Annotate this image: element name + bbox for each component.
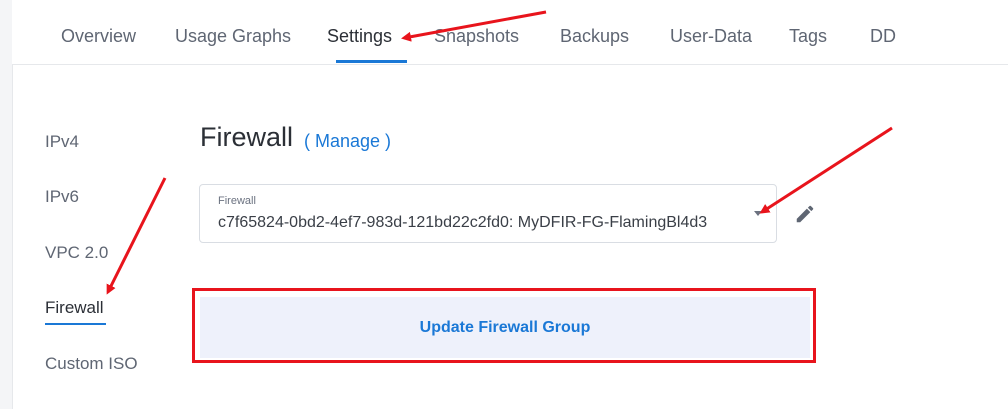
sidebar-item-ipv6[interactable]: IPv6 <box>45 187 79 207</box>
tab-dd[interactable]: DD <box>870 26 896 47</box>
tab-tags[interactable]: Tags <box>789 26 827 47</box>
update-firewall-group-button[interactable]: Update Firewall Group <box>200 297 810 358</box>
sidebar-item-custom-iso[interactable]: Custom ISO <box>45 354 138 374</box>
tab-snapshots[interactable]: Snapshots <box>434 26 519 47</box>
tab-user-data[interactable]: User-Data <box>670 26 752 47</box>
tab-backups[interactable]: Backups <box>560 26 629 47</box>
pencil-icon[interactable] <box>794 203 816 225</box>
sidebar-item-firewall[interactable]: Firewall <box>45 298 104 318</box>
active-tab-indicator <box>336 60 407 63</box>
sidebar-item-vpc[interactable]: VPC 2.0 <box>45 243 108 263</box>
active-sidebar-indicator <box>45 323 106 325</box>
firewall-select-label: Firewall <box>218 195 256 207</box>
caret-down-icon <box>754 211 762 216</box>
tab-usage-graphs[interactable]: Usage Graphs <box>175 26 291 47</box>
firewall-select[interactable]: Firewall c7f65824-0bd2-4ef7-983d-121bd22… <box>199 184 777 243</box>
tab-settings[interactable]: Settings <box>327 26 392 47</box>
sidebar-item-ipv4[interactable]: IPv4 <box>45 132 79 152</box>
manage-link[interactable]: ( Manage ) <box>304 131 391 152</box>
tab-bar: Overview Usage Graphs Settings Snapshots… <box>12 0 1008 65</box>
firewall-select-value: c7f65824-0bd2-4ef7-983d-121bd22c2fd0: My… <box>218 214 708 231</box>
tab-overview[interactable]: Overview <box>61 26 136 47</box>
section-title: Firewall <box>200 122 294 152</box>
